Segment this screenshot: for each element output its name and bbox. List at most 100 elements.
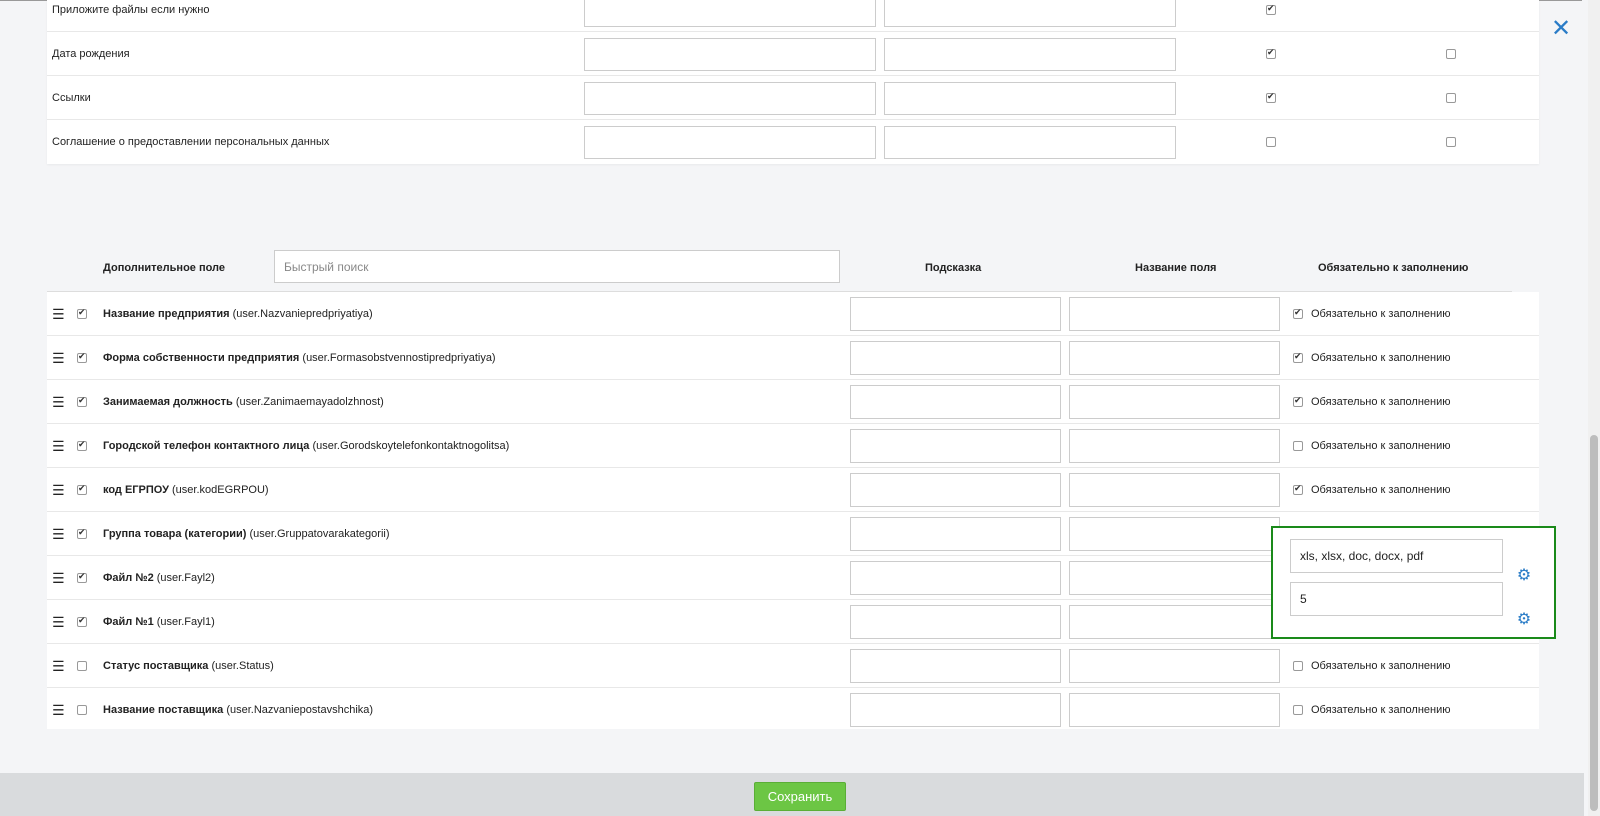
field-name-input[interactable] — [1069, 385, 1280, 419]
enabled-checkbox[interactable] — [77, 571, 87, 583]
required-checkbox[interactable] — [1293, 440, 1303, 451]
hint-input[interactable] — [850, 561, 1061, 595]
hint-input[interactable] — [584, 0, 876, 27]
hint-input[interactable] — [584, 126, 876, 159]
drag-handle-icon[interactable]: ☰ — [52, 571, 65, 585]
enabled-checkbox[interactable] — [77, 307, 87, 319]
required-checkbox[interactable] — [1293, 483, 1303, 495]
required-checkbox[interactable] — [1293, 705, 1303, 715]
close-icon[interactable]: ✕ — [1548, 16, 1574, 42]
table-row: ☰ Название поставщика (user.Nazvaniepost… — [47, 688, 1539, 732]
required-checkbox[interactable] — [1293, 660, 1303, 671]
required-toggle[interactable]: Обязательно к заполнению — [1293, 351, 1451, 364]
enabled-checkbox[interactable] — [1266, 47, 1276, 59]
required-checkbox[interactable] — [1293, 351, 1303, 363]
hint-input[interactable] — [850, 649, 1061, 683]
header-required: Обязательно к заполнению — [1318, 262, 1469, 274]
field-title: Занимаемая должность (user.Zanimaemayado… — [103, 395, 384, 408]
required-toggle[interactable]: Обязательно к заполнению — [1293, 660, 1451, 672]
field-name-input[interactable] — [884, 0, 1176, 27]
gear-icon[interactable]: ⚙ — [1516, 612, 1532, 628]
scrollbar-thumb[interactable] — [1590, 435, 1598, 811]
field-name-input[interactable] — [1069, 429, 1280, 463]
field-title: Название предприятия (user.Nazvaniepredp… — [103, 307, 373, 320]
enabled-checkbox[interactable] — [1266, 91, 1276, 103]
drag-handle-icon[interactable]: ☰ — [52, 527, 65, 541]
enabled-checkbox[interactable] — [1266, 137, 1276, 147]
table-row: ☰ Форма собственности предприятия (user.… — [47, 336, 1539, 380]
field-name-input[interactable] — [1069, 561, 1280, 595]
enabled-checkbox[interactable] — [1266, 3, 1276, 15]
footer-bar: Сохранить — [0, 773, 1584, 816]
table-body: ☰ Название предприятия (user.Nazvaniepre… — [47, 292, 1539, 729]
table-row: ☰ Статус поставщика (user.Status) Обязат… — [47, 644, 1539, 688]
enabled-checkbox[interactable] — [77, 395, 87, 407]
field-name-input[interactable] — [1069, 649, 1280, 683]
field-name-input[interactable] — [1069, 341, 1280, 375]
drag-handle-icon[interactable]: ☰ — [52, 351, 65, 365]
enabled-checkbox[interactable] — [77, 527, 87, 539]
standard-field-row: Приложите файлы если нужно — [47, 0, 1539, 32]
field-name-input[interactable] — [884, 82, 1176, 115]
required-checkbox[interactable] — [1446, 92, 1456, 103]
field-name-input[interactable] — [1069, 517, 1280, 551]
file-extensions-input[interactable] — [1290, 539, 1503, 573]
standard-field-row: Соглашение о предоставлении персональных… — [47, 120, 1539, 164]
standard-field-label: Ссылки — [52, 91, 91, 104]
drag-handle-icon[interactable]: ☰ — [52, 395, 65, 409]
max-size-input[interactable] — [1290, 582, 1503, 616]
hint-input[interactable] — [584, 38, 876, 71]
hint-input[interactable] — [850, 693, 1061, 727]
hint-input[interactable] — [850, 517, 1061, 551]
enabled-checkbox[interactable] — [77, 439, 87, 451]
field-name-input[interactable] — [1069, 605, 1280, 639]
header-hint: Подсказка — [925, 262, 982, 274]
vertical-scrollbar[interactable] — [1588, 0, 1600, 816]
required-checkbox[interactable] — [1293, 307, 1303, 319]
hint-input[interactable] — [850, 473, 1061, 507]
enabled-checkbox[interactable] — [77, 705, 87, 715]
required-toggle[interactable]: Обязательно к заполнению — [1293, 395, 1451, 408]
drag-handle-icon[interactable]: ☰ — [52, 703, 65, 717]
required-toggle[interactable]: Обязательно к заполнению — [1293, 307, 1451, 320]
table-row: ☰ Название предприятия (user.Nazvaniepre… — [47, 292, 1539, 336]
required-checkbox[interactable] — [1293, 395, 1303, 407]
hint-input[interactable] — [850, 429, 1061, 463]
drag-handle-icon[interactable]: ☰ — [52, 615, 65, 629]
standard-field-label: Дата рождения — [52, 47, 130, 60]
field-title: код ЕГРПОУ (user.kodEGRPOU) — [103, 483, 269, 496]
quick-search-input[interactable] — [274, 250, 840, 283]
enabled-checkbox[interactable] — [77, 351, 87, 363]
gear-icon[interactable]: ⚙ — [1516, 568, 1532, 584]
drag-handle-icon[interactable]: ☰ — [52, 659, 65, 673]
field-title: Городской телефон контактного лица (user… — [103, 439, 510, 452]
field-name-input[interactable] — [1069, 473, 1280, 507]
field-name-input[interactable] — [884, 38, 1176, 71]
hint-input[interactable] — [850, 385, 1061, 419]
hint-input[interactable] — [850, 605, 1061, 639]
required-checkbox[interactable] — [1446, 137, 1456, 147]
drag-handle-icon[interactable]: ☰ — [52, 483, 65, 497]
hint-input[interactable] — [850, 297, 1061, 331]
standard-field-row: Ссылки — [47, 76, 1539, 120]
hint-input[interactable] — [584, 82, 876, 115]
drag-handle-icon[interactable]: ☰ — [52, 307, 65, 321]
field-title: Файл №1 (user.Fayl1) — [103, 615, 215, 628]
field-title: Группа товара (категории) (user.Gruppato… — [103, 527, 390, 540]
required-toggle[interactable]: Обязательно к заполнению — [1293, 440, 1451, 452]
standard-field-label: Приложите файлы если нужно — [52, 3, 210, 16]
table-row: ☰ Занимаемая должность (user.Zanimaemaya… — [47, 380, 1539, 424]
field-name-input[interactable] — [1069, 297, 1280, 331]
hint-input[interactable] — [850, 341, 1061, 375]
enabled-checkbox[interactable] — [77, 660, 87, 671]
required-toggle[interactable]: Обязательно к заполнению — [1293, 704, 1451, 716]
enabled-checkbox[interactable] — [77, 483, 87, 495]
required-checkbox[interactable] — [1446, 48, 1456, 59]
enabled-checkbox[interactable] — [77, 615, 87, 627]
standard-field-label: Соглашение о предоставлении персональных… — [52, 136, 330, 148]
drag-handle-icon[interactable]: ☰ — [52, 439, 65, 453]
required-toggle[interactable]: Обязательно к заполнению — [1293, 483, 1451, 496]
save-button[interactable]: Сохранить — [754, 782, 846, 811]
field-name-input[interactable] — [1069, 693, 1280, 727]
field-name-input[interactable] — [884, 126, 1176, 159]
